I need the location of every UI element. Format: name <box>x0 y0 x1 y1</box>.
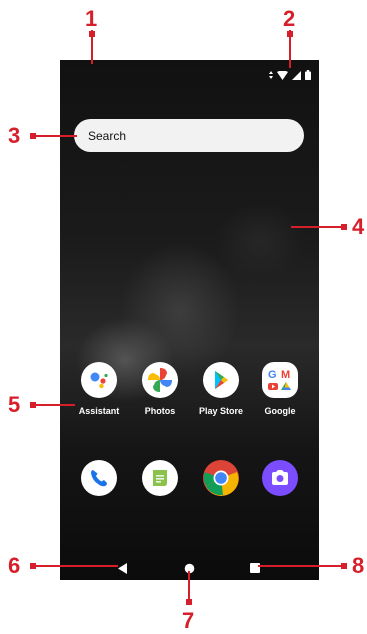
dock-chrome[interactable] <box>191 460 251 496</box>
callout-number: 5 <box>8 392 21 417</box>
phone-icon <box>81 460 117 496</box>
messages-icon <box>142 460 178 496</box>
battery-icon <box>305 70 311 80</box>
callout-line <box>188 571 190 601</box>
callout-number: 2 <box>283 6 296 31</box>
callout-line <box>258 565 342 567</box>
app-label: Assistant <box>78 406 120 416</box>
signal-icon <box>292 70 301 80</box>
app-photos[interactable]: Photos <box>130 362 190 416</box>
app-label: Photos <box>144 406 176 416</box>
dock-messages[interactable] <box>130 460 190 496</box>
callout-marker <box>341 563 347 569</box>
data-arrows-icon <box>269 71 273 79</box>
google-folder-icon: G M <box>262 362 298 398</box>
status-bar <box>269 68 311 82</box>
dock-camera[interactable] <box>250 460 310 496</box>
callout-line <box>31 135 77 137</box>
callout-line <box>291 226 341 228</box>
callout-marker <box>186 599 192 605</box>
dock-phone[interactable] <box>69 460 129 496</box>
callout-line <box>31 404 75 406</box>
app-label: Google <box>264 406 296 416</box>
play-store-icon <box>203 362 239 398</box>
callout-number: 3 <box>8 123 21 148</box>
callout-number: 4 <box>352 214 365 239</box>
callout-marker <box>89 31 95 37</box>
search-bar[interactable]: Search <box>74 119 304 152</box>
search-label: Search <box>88 128 127 143</box>
chrome-icon <box>203 460 239 496</box>
app-label: Play Store <box>198 406 244 416</box>
back-icon[interactable] <box>118 563 127 574</box>
assistant-icon <box>81 362 117 398</box>
callout-number: 1 <box>85 6 98 31</box>
callout-marker <box>341 224 347 230</box>
app-assistant[interactable]: Assistant <box>69 362 129 416</box>
wifi-icon <box>277 70 288 80</box>
app-google-folder[interactable]: G M Google <box>250 362 310 416</box>
phone-screen: Search Assistant Photos Play Store G M G… <box>60 60 319 580</box>
svg-text:G: G <box>268 369 277 381</box>
callout-line <box>31 565 118 567</box>
svg-text:M: M <box>281 369 290 381</box>
camera-icon <box>262 460 298 496</box>
callout-number: 7 <box>182 608 195 633</box>
callout-marker <box>287 31 293 37</box>
photos-icon <box>142 362 178 398</box>
callout-number: 6 <box>8 553 21 578</box>
callout-number: 8 <box>352 553 365 578</box>
app-play-store[interactable]: Play Store <box>191 362 251 416</box>
